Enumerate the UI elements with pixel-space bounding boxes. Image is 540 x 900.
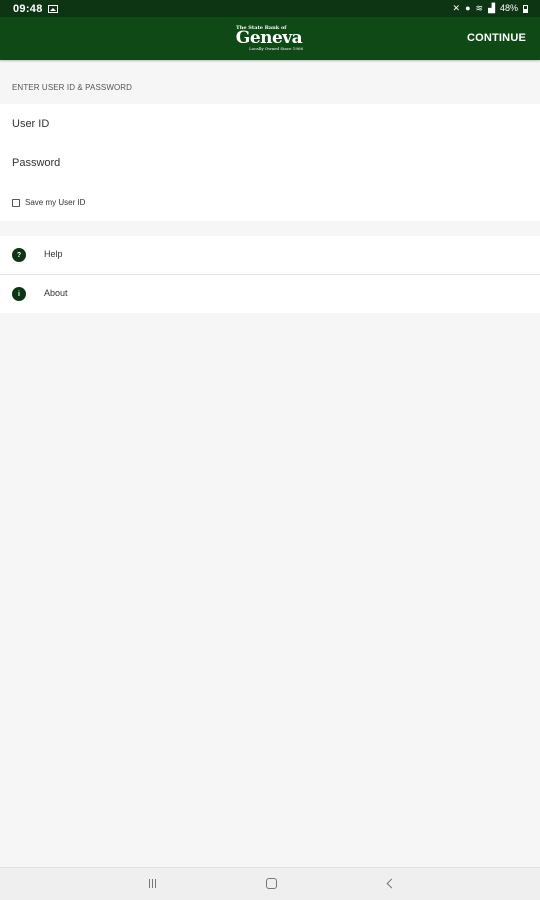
menu-item-help[interactable]: ? Help: [0, 236, 540, 274]
save-user-id-row[interactable]: Save my User ID: [12, 198, 85, 207]
save-user-id-checkbox[interactable]: [12, 198, 20, 207]
menu-item-about[interactable]: i About: [0, 274, 540, 313]
status-time: 09:48: [13, 2, 43, 15]
password-input[interactable]: [12, 157, 512, 169]
logo-main-text: Geneva: [235, 28, 303, 48]
app-bar: The State Bank of Geneva Locally Owned S…: [0, 17, 540, 60]
user-id-input[interactable]: [12, 118, 512, 130]
continue-button[interactable]: CONTINUE: [467, 32, 526, 44]
home-icon[interactable]: [265, 877, 279, 891]
section-header: ENTER USER ID & PASSWORD: [12, 83, 133, 92]
menu-list: ? Help i About: [0, 236, 540, 313]
bank-logo: The State Bank of Geneva Locally Owned S…: [233, 25, 305, 53]
menu-item-label: About: [44, 288, 68, 298]
location-icon: ●: [465, 3, 471, 13]
signal-icon: ▟: [488, 3, 495, 13]
menu-item-label: Help: [44, 249, 63, 259]
system-nav-bar: [0, 867, 540, 900]
login-form: Save my User ID: [0, 104, 540, 221]
wifi-icon: ≋: [475, 3, 484, 13]
battery-percent: 48%: [499, 3, 518, 13]
status-bar: 09:48 ✕ ● ≋ ▟ 48%: [0, 0, 540, 17]
back-icon[interactable]: [385, 877, 399, 891]
info-icon: i: [12, 287, 26, 301]
battery-icon: [523, 4, 528, 13]
mute-icon: ✕: [452, 3, 461, 13]
recent-apps-icon[interactable]: [146, 877, 160, 891]
help-icon: ?: [12, 248, 26, 262]
status-right: ✕ ● ≋ ▟ 48%: [453, 4, 528, 13]
save-user-id-label: Save my User ID: [25, 198, 86, 207]
status-left: 09:48: [13, 3, 58, 15]
gallery-notification-icon: [47, 4, 58, 13]
